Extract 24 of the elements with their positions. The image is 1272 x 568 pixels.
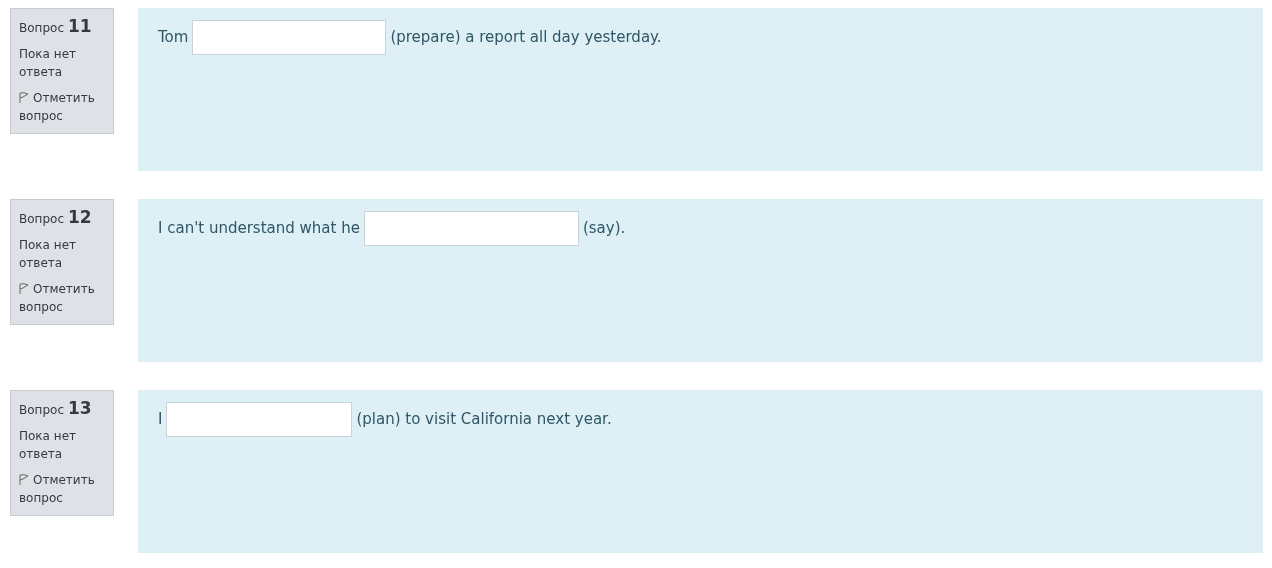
sentence-text: (prepare) a report all day yesterday. [390,27,662,49]
answer-status: Пока нет ответа [19,46,77,81]
question-number: 13 [68,399,92,417]
sentence-text: I [158,409,163,431]
answer-field[interactable] [192,20,387,55]
answer-status: Пока нет ответа [19,237,77,272]
flag-question-link[interactable]: Отметить вопрос [19,280,105,316]
sentence-text: Tom [158,27,189,49]
answer-field[interactable] [363,211,579,246]
question-number: 11 [68,17,92,35]
sentence-text: (say). [582,218,626,240]
sentence-text: I can't understand what he [158,218,360,240]
question-number: 12 [68,208,92,226]
flag-icon [19,92,29,103]
answer-status: Пока нет ответа [19,428,77,463]
flag-question-link[interactable]: Отметить вопрос [19,471,105,507]
question-label: Вопрос [19,402,64,419]
flag-question-link[interactable]: Отметить вопрос [19,89,105,125]
answer-field[interactable] [166,402,353,437]
flag-icon [19,474,29,485]
question-label: Вопрос [19,20,64,37]
sentence-text: (plan) to visit California next year. [356,409,612,431]
flag-icon [19,283,29,294]
question-label: Вопрос [19,211,64,228]
